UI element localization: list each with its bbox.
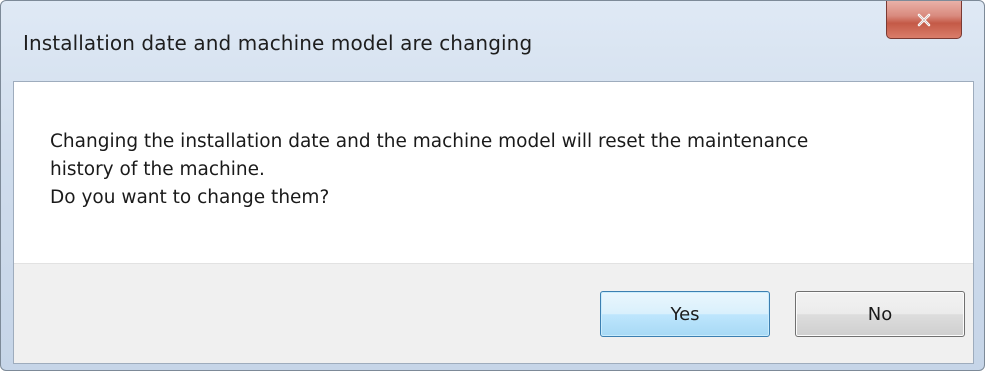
yes-button-label: Yes [670, 303, 700, 325]
button-bar: Yes No [14, 263, 973, 363]
no-button[interactable]: No [795, 291, 965, 337]
dialog-window: Installation date and machine model are … [0, 0, 985, 371]
title-bar[interactable]: Installation date and machine model are … [1, 1, 984, 81]
message-line: history of the machine. [50, 159, 265, 180]
message-text: Changing the installation date and the m… [50, 128, 808, 212]
message-line: Changing the installation date and the m… [50, 131, 809, 152]
yes-button[interactable]: Yes [600, 291, 770, 337]
message-line: Do you want to change them? [50, 187, 330, 208]
close-icon [916, 12, 932, 28]
dialog-title: Installation date and machine model are … [23, 31, 533, 55]
no-button-label: No [867, 303, 893, 325]
dialog-content: Changing the installation date and the m… [13, 81, 974, 364]
close-button[interactable] [886, 1, 962, 39]
